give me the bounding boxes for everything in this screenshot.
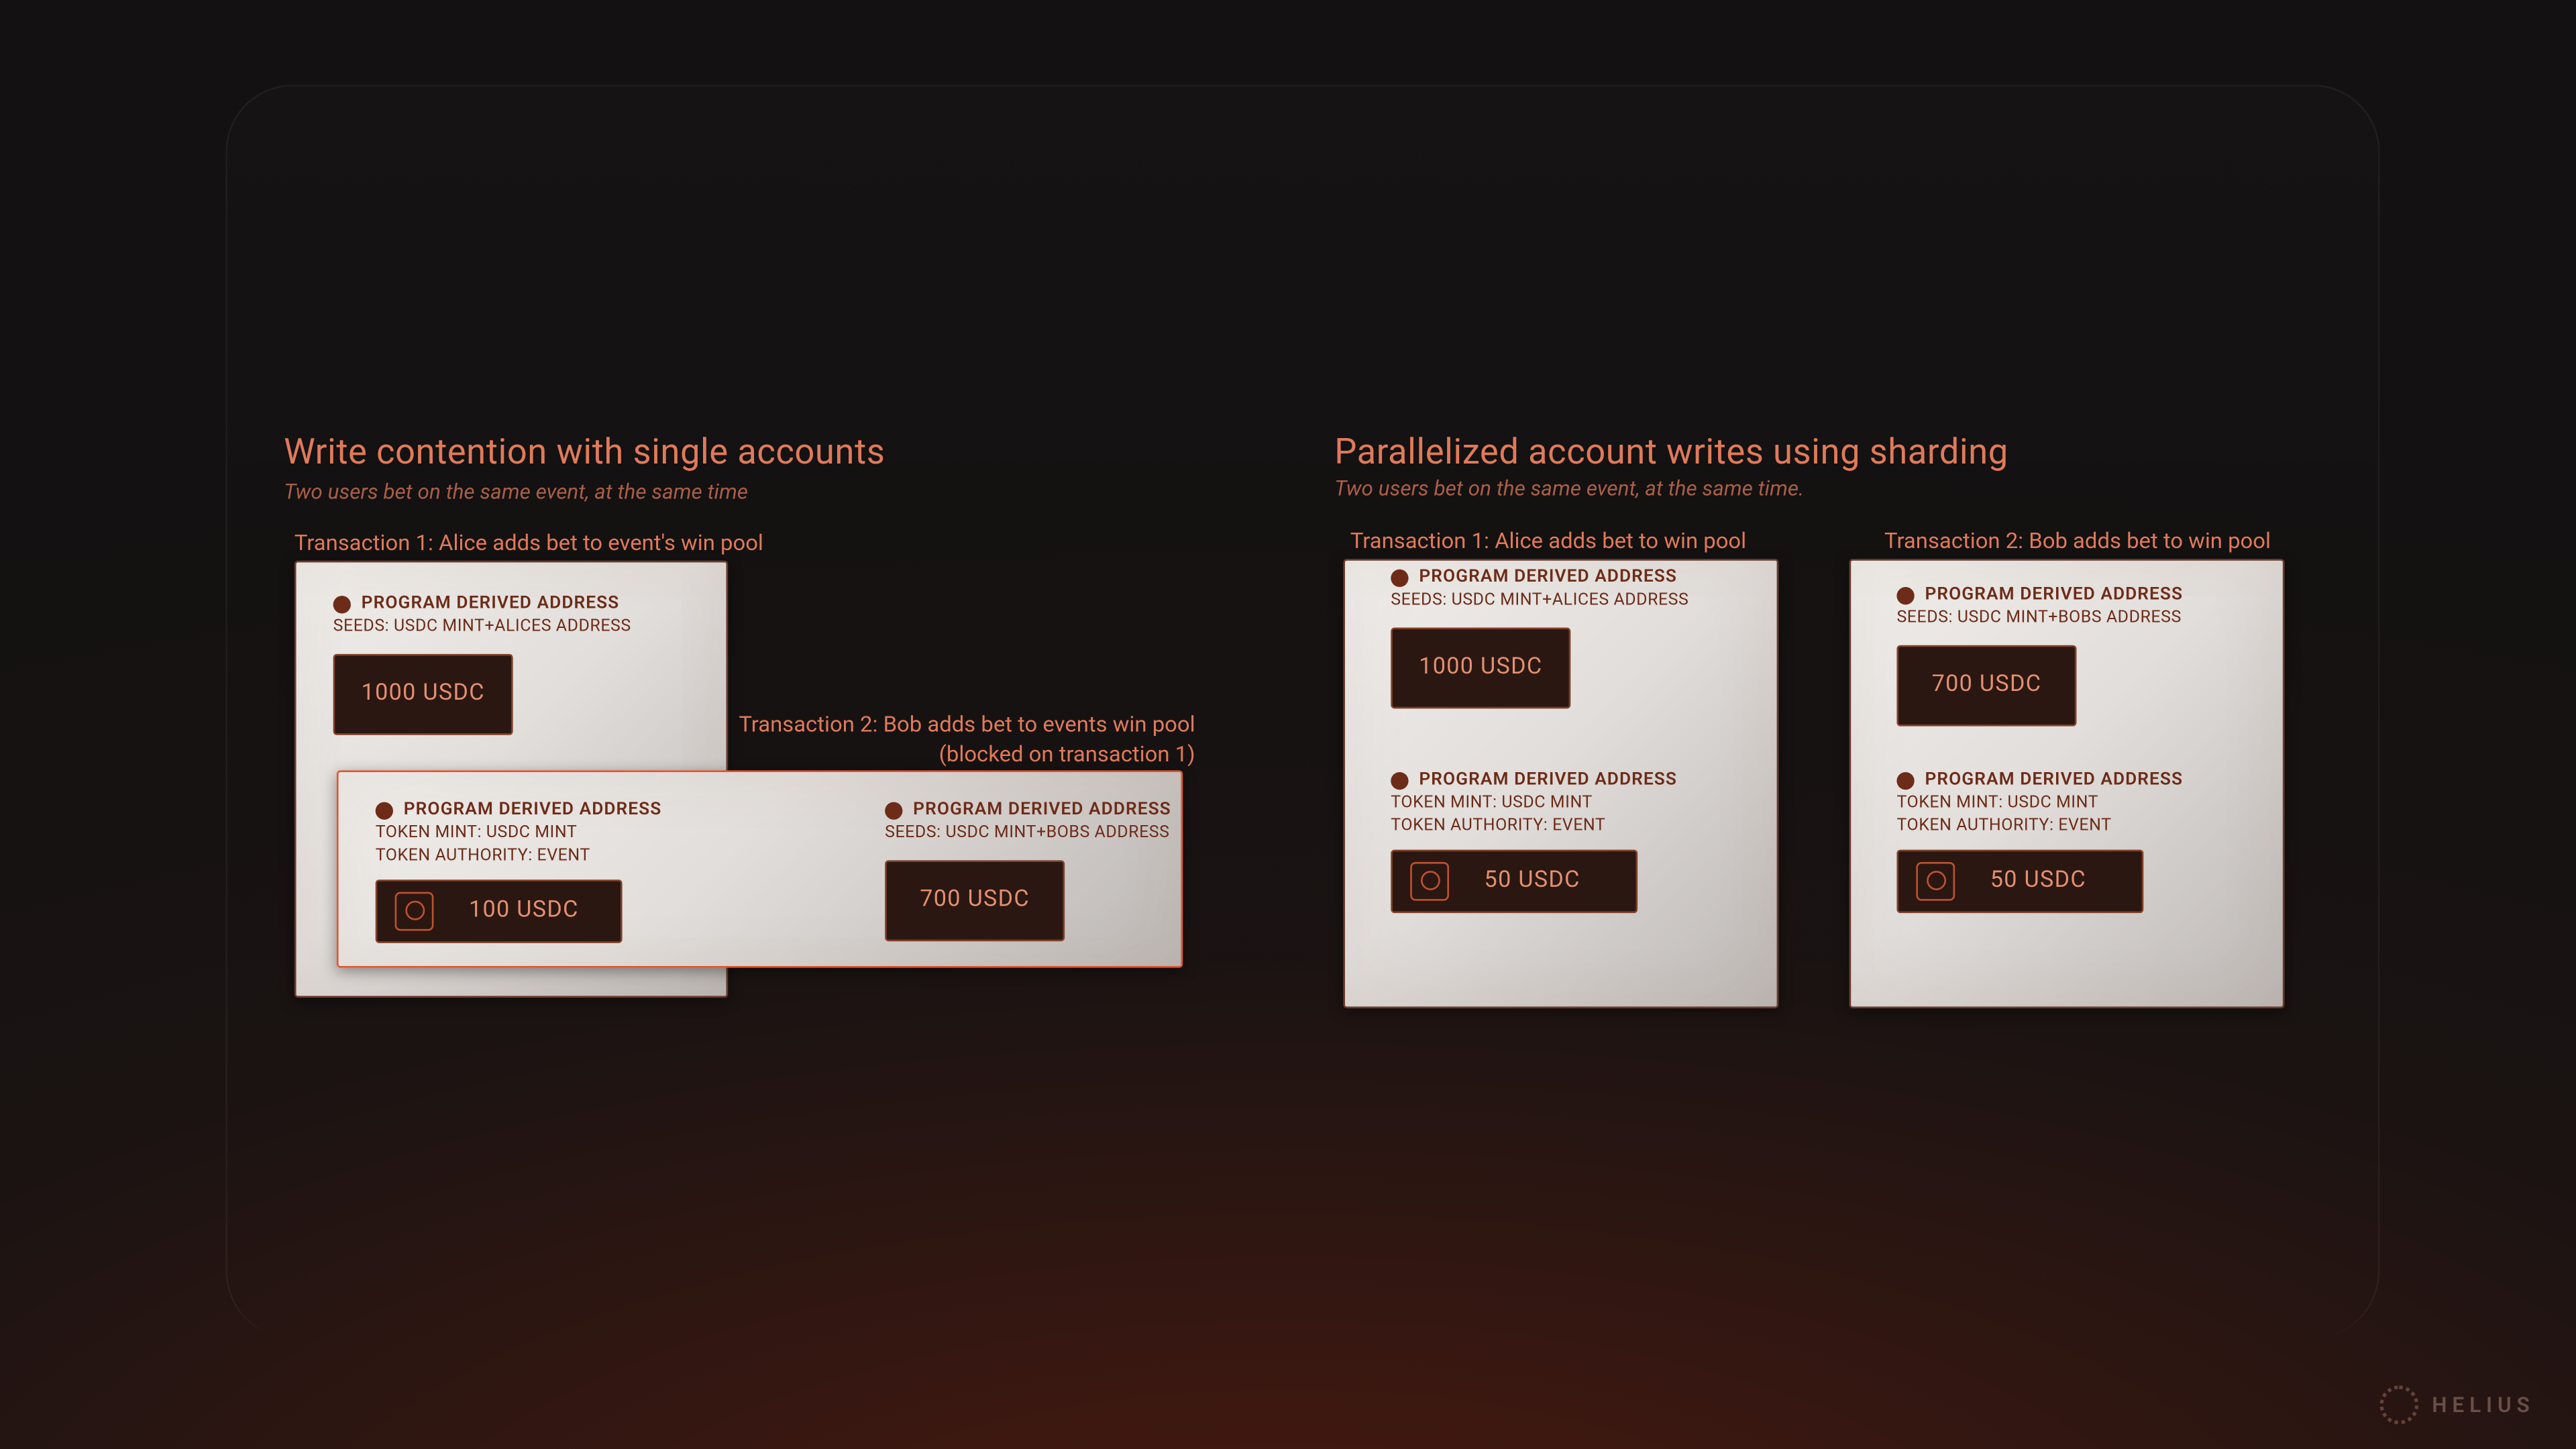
pda-dot-icon	[1896, 771, 1914, 789]
vault-icon	[395, 892, 434, 930]
amount-text: 50 USDC	[1990, 867, 2086, 894]
pda-meta-2: TOKEN AUTHORITY: EVENT	[376, 846, 676, 869]
left-tx1-pda: PROGRAM DERIVED ADDRESS SEEDS: USDC MINT…	[333, 594, 686, 735]
pda-dot-icon	[1391, 568, 1408, 586]
pda-seeds: SEEDS: USDC MINT+ALICES ADDRESS	[1391, 590, 1743, 613]
pda-title: PROGRAM DERIVED ADDRESS	[404, 800, 662, 820]
pda-meta-1: TOKEN MINT: USDC MINT	[1391, 793, 1743, 816]
right-tx2-label: Transaction 2: Bob adds bet to win pool	[1884, 529, 2271, 555]
pda-seeds: SEEDS: USDC MINT+BOBS ADDRESS	[1896, 608, 2249, 631]
pda-dot-icon	[885, 801, 902, 818]
pda-title: PROGRAM DERIVED ADDRESS	[1419, 770, 1677, 790]
amount-box: 700 USDC	[885, 860, 1065, 941]
left-subtitle: Two users bet on the same event, at the …	[284, 480, 748, 504]
brand-mark: HELIUS	[2379, 1385, 2534, 1424]
left-overlap-pda-right: PROGRAM DERIVED ADDRESS SEEDS: USDC MINT…	[885, 800, 1185, 941]
left-overlap-pda-left: PROGRAM DERIVED ADDRESS TOKEN MINT: USDC…	[376, 800, 676, 943]
left-title: Write contention with single accounts	[284, 430, 885, 472]
left-tx1-label: Transaction 1: Alice adds bet to event's…	[294, 531, 763, 557]
amount-box-vault: 50 USDC	[1896, 849, 2143, 913]
right-card1-top-pda: PROGRAM DERIVED ADDRESS SEEDS: USDC MINT…	[1391, 568, 1743, 708]
right-tx1-label: Transaction 1: Alice adds bet to win poo…	[1350, 529, 1746, 555]
pda-title: PROGRAM DERIVED ADDRESS	[1925, 585, 2183, 604]
amount-box-vault: 50 USDC	[1391, 849, 1638, 913]
pda-meta-1: TOKEN MINT: USDC MINT	[376, 823, 676, 846]
vault-icon	[1916, 861, 1955, 900]
right-card2-top-pda: PROGRAM DERIVED ADDRESS SEEDS: USDC MINT…	[1896, 585, 2249, 726]
pda-dot-icon	[333, 595, 351, 612]
right-title: Parallelized account writes using shardi…	[1334, 430, 2008, 472]
pda-meta-2: TOKEN AUTHORITY: EVENT	[1391, 816, 1743, 839]
pda-title: PROGRAM DERIVED ADDRESS	[1925, 770, 2183, 790]
vault-icon	[1410, 861, 1449, 900]
pda-dot-icon	[1391, 771, 1408, 789]
pda-meta-1: TOKEN MINT: USDC MINT	[1896, 793, 2249, 816]
pda-title: PROGRAM DERIVED ADDRESS	[362, 594, 620, 614]
brand-text: HELIUS	[2432, 1393, 2534, 1417]
amount-box: 1000 USDC	[333, 653, 513, 735]
right-card2-bottom-pda: PROGRAM DERIVED ADDRESS TOKEN MINT: USDC…	[1896, 770, 2249, 912]
pda-title: PROGRAM DERIVED ADDRESS	[913, 800, 1171, 820]
amount-box: 700 USDC	[1896, 645, 2076, 726]
left-tx2-label-line2: (blocked on transaction 1)	[663, 742, 1195, 768]
right-subtitle: Two users bet on the same event, at the …	[1334, 476, 1804, 500]
pda-seeds: SEEDS: USDC MINT+BOBS ADDRESS	[885, 823, 1185, 846]
brand-ring-icon	[2379, 1385, 2418, 1424]
pda-meta-2: TOKEN AUTHORITY: EVENT	[1896, 816, 2249, 839]
amount-box-vault: 100 USDC	[376, 879, 623, 943]
pda-dot-icon	[376, 801, 393, 818]
amount-text: 50 USDC	[1485, 867, 1580, 894]
pda-seeds: SEEDS: USDC MINT+ALICES ADDRESS	[333, 617, 686, 640]
left-tx2-label-line1: Transaction 2: Bob adds bet to events wi…	[663, 712, 1195, 739]
right-card1-bottom-pda: PROGRAM DERIVED ADDRESS TOKEN MINT: USDC…	[1391, 770, 1743, 912]
amount-text: 100 USDC	[469, 898, 579, 924]
amount-box: 1000 USDC	[1391, 627, 1570, 708]
pda-title: PROGRAM DERIVED ADDRESS	[1419, 568, 1677, 587]
pda-dot-icon	[1896, 586, 1914, 604]
